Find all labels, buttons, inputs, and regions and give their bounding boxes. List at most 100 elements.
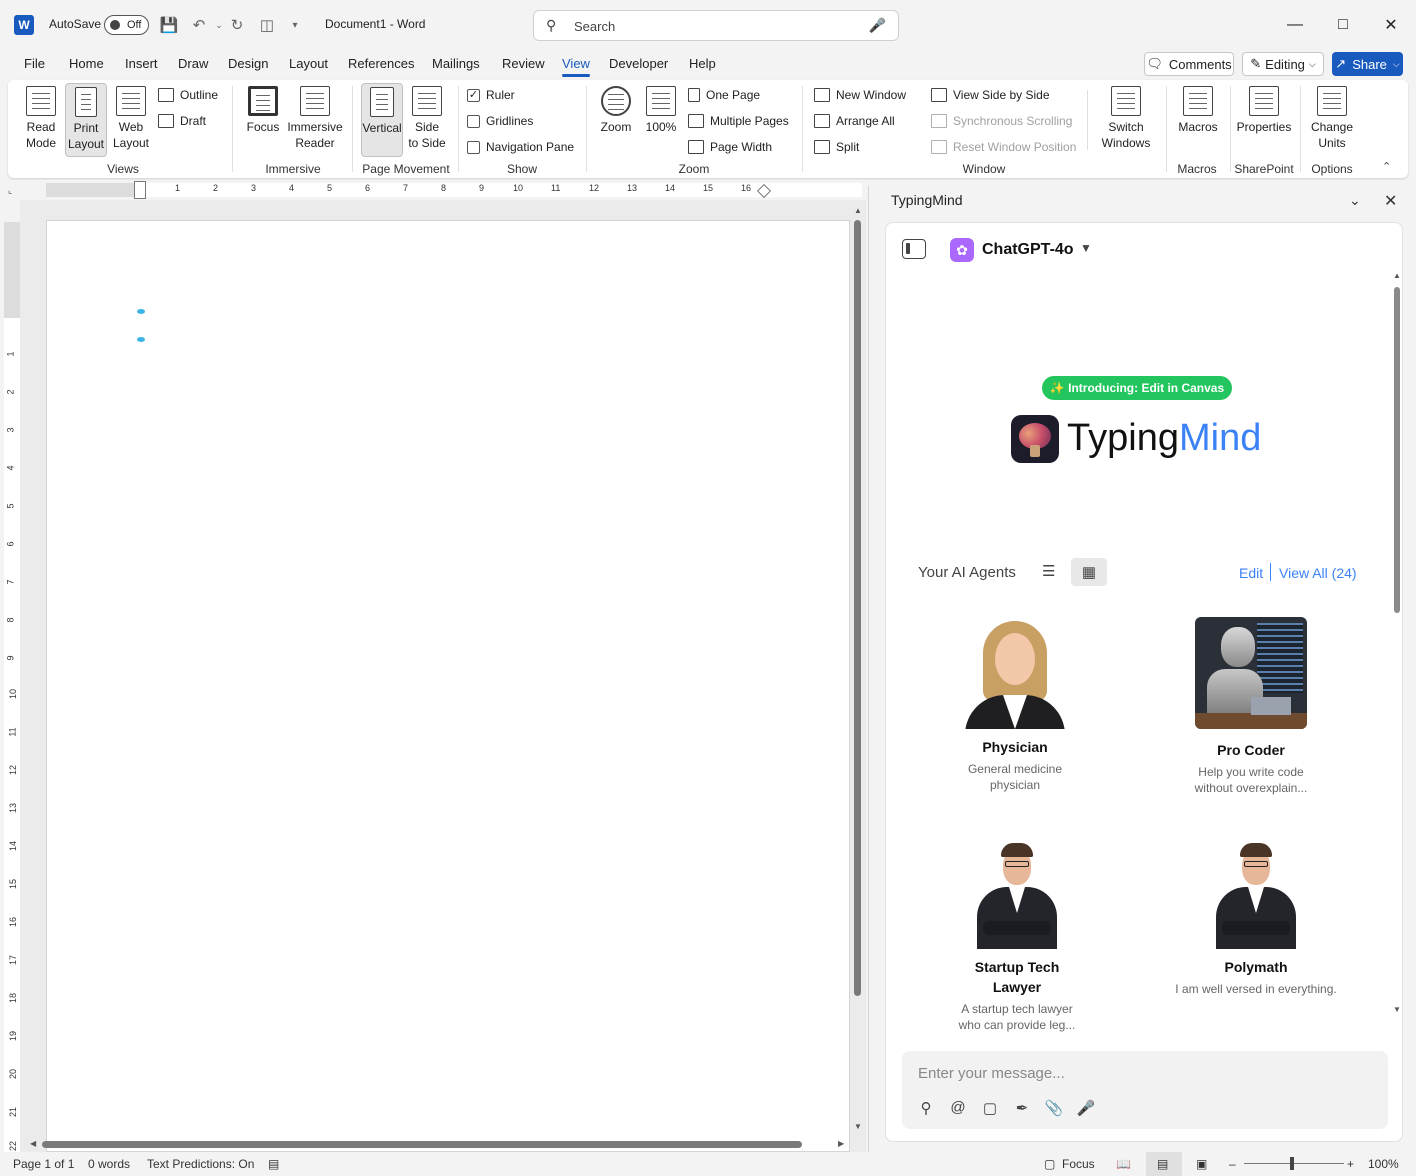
new-window-button[interactable]: New Window [814,88,906,102]
vertical-button[interactable]: Vertical [361,83,403,157]
collapse-ribbon-icon[interactable]: ⌃ [1382,160,1391,173]
view-all-agents-link[interactable]: View All (24) [1279,565,1357,581]
minimize-icon[interactable]: — [1272,10,1318,40]
scroll-thumb[interactable] [42,1141,802,1148]
model-selector[interactable]: ChatGPT-4o [982,241,1074,259]
text-predictions-status[interactable]: Text Predictions: On [147,1157,254,1171]
tab-review[interactable]: Review [502,56,545,71]
search-icon[interactable]: ⚲ [916,1099,936,1119]
draft-button[interactable]: Draft [158,114,206,128]
indent-marker[interactable] [134,181,146,199]
change-units-button[interactable]: Change Units [1308,86,1356,158]
edit-agents-link[interactable]: Edit [1239,565,1263,581]
zoom-button[interactable]: Zoom [595,86,637,158]
customize-qat-icon[interactable]: ▾ [284,14,306,36]
mention-icon[interactable]: @ [948,1099,968,1119]
tab-design[interactable]: Design [228,56,268,71]
zoom-100-button[interactable]: 100% [640,86,682,158]
redo-icon[interactable]: ↻ [226,14,248,36]
tab-draw[interactable]: Draw [178,56,208,71]
horizontal-ruler[interactable]: ⌞ 1 2 3 4 5 6 7 8 9 10 11 12 13 14 15 16 [0,180,866,200]
share-button[interactable]: ↗ Share ⌵ [1332,52,1403,76]
autosave-toggle[interactable]: Off [104,15,149,35]
tab-help[interactable]: Help [689,56,716,71]
tab-mailings[interactable]: Mailings [432,56,480,71]
scroll-right-icon[interactable]: ▶ [838,1139,844,1148]
openai-icon[interactable]: ✿ [950,238,974,262]
mic-icon[interactable]: 🎤 [1076,1099,1096,1119]
tab-insert[interactable]: Insert [125,56,158,71]
split-button[interactable]: Split [814,140,859,154]
undo-icon[interactable]: ↶ [188,14,210,36]
print-layout-icon[interactable]: ▤ [1157,1157,1168,1171]
tab-home[interactable]: Home [69,56,104,71]
document-page[interactable] [46,220,850,1152]
arrange-all-button[interactable]: Arrange All [814,114,895,128]
scroll-left-icon[interactable]: ◀ [30,1139,36,1148]
tab-layout[interactable]: Layout [289,56,328,71]
document-horizontal-scrollbar[interactable]: ◀ ▶ [30,1138,850,1150]
pen-icon[interactable]: ✒ [1012,1099,1032,1119]
agents-scrollbar[interactable]: ▲ ▼ [1392,271,1402,1061]
zoom-slider[interactable] [1244,1157,1344,1170]
macros-button[interactable]: Macros [1174,86,1222,158]
focus-button[interactable]: Focus [242,86,284,158]
tab-developer[interactable]: Developer [609,56,668,71]
gridlines-checkbox[interactable]: Gridlines [467,114,533,128]
scroll-thumb[interactable] [854,220,861,996]
word-count[interactable]: 0 words [88,1157,130,1171]
grid-view-icon[interactable]: ▦ [1071,558,1107,586]
editing-button[interactable]: ✎ Editing ⌵ [1242,52,1324,76]
reset-window-position-button[interactable]: Reset Window Position [931,140,1076,154]
vertical-ruler[interactable]: 1 2 3 4 5 6 7 8 9 10 11 12 13 14 15 16 1… [4,222,20,1152]
agent-card-pro-coder[interactable]: Pro Coder Help you write code without ov… [1161,617,1341,796]
agent-card-polymath[interactable]: Polymath I am well versed in everything. [1166,837,1346,997]
maximize-icon[interactable]: □ [1320,10,1366,40]
scroll-up-icon[interactable]: ▲ [1393,271,1401,280]
page-count[interactable]: Page 1 of 1 [13,1157,74,1171]
outline-button[interactable]: Outline [158,88,218,102]
tab-references[interactable]: References [348,56,414,71]
scroll-thumb[interactable] [1394,287,1400,613]
tab-selector-icon[interactable]: ⌞ [8,185,12,196]
close-icon[interactable]: ✕ [1384,191,1397,211]
announcement-badge[interactable]: ✨ Introducing: Edit in Canvas [1042,376,1232,400]
view-side-by-side-button[interactable]: View Side by Side [931,88,1050,102]
zoom-in-icon[interactable]: + [1347,1157,1354,1171]
mic-icon[interactable]: 🎤 [869,17,886,34]
side-to-side-button[interactable]: Side to Side [406,86,448,158]
one-page-button[interactable]: One Page [688,88,760,102]
synchronous-scrolling-button[interactable]: Synchronous Scrolling [931,114,1072,128]
read-mode-button[interactable]: Read Mode [20,86,62,158]
accessibility-icon[interactable]: ▤ [268,1157,279,1171]
agent-card-physician[interactable]: Physician General medicine physician [925,617,1105,793]
scroll-up-icon[interactable]: ▲ [854,206,862,215]
message-input[interactable] [918,1061,1358,1085]
switch-windows-button[interactable]: Switch Windows [1094,86,1158,158]
ruler-checkbox[interactable]: ✓ Ruler [467,88,515,102]
close-icon[interactable]: ✕ [1368,10,1414,40]
navigation-pane-checkbox[interactable]: Navigation Pane [467,140,574,154]
tab-file[interactable]: File [24,56,45,71]
tab-view[interactable]: View [562,56,590,77]
chevron-down-icon[interactable]: ⌄ [1349,192,1361,209]
save-icon[interactable]: 💾 [158,14,180,36]
document-vertical-scrollbar[interactable]: ▲ ▼ [852,206,864,1134]
list-view-icon[interactable]: ☰ [1042,562,1062,582]
properties-button[interactable]: Properties [1234,86,1294,158]
bookmark-icon[interactable]: ▢ [980,1099,1000,1119]
search-box[interactable]: ⚲ Search 🎤 [533,10,899,41]
web-layout-button[interactable]: Web Layout [110,86,152,158]
focus-mode-label[interactable]: Focus [1062,1157,1095,1171]
chevron-down-icon[interactable]: ▼ [1080,241,1092,255]
comments-button[interactable]: 🗨 Comments [1144,52,1234,76]
scroll-down-icon[interactable]: ▼ [1393,1005,1401,1014]
zoom-out-icon[interactable]: – [1229,1157,1236,1171]
immersive-reader-button[interactable]: Immersive Reader [286,86,344,158]
web-layout-icon[interactable]: ▣ [1196,1157,1207,1171]
paperclip-icon[interactable]: 📎 [1044,1099,1064,1119]
touch-mode-icon[interactable]: ◫ [256,14,278,36]
scroll-down-icon[interactable]: ▼ [854,1122,862,1131]
zoom-slider-knob[interactable] [1290,1157,1294,1170]
multiple-pages-button[interactable]: Multiple Pages [688,114,789,128]
